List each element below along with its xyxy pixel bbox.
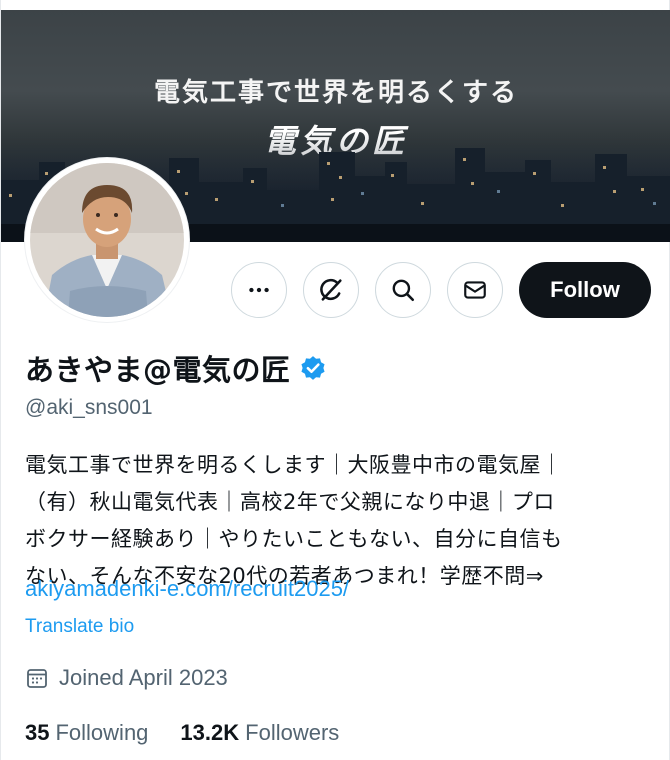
translate-bio-link[interactable]: Translate bio <box>25 616 134 638</box>
bio-line: ボクサー経験あり｜やりたいこともない、自分に自信も <box>25 527 563 551</box>
user-handle: @aki_sns001 <box>25 396 153 419</box>
following-link[interactable]: 35 Following <box>25 720 148 746</box>
avatar-photo <box>30 163 184 317</box>
joined-text: Joined April 2023 <box>59 665 228 690</box>
mail-icon <box>464 281 486 299</box>
search-profile-button[interactable] <box>375 262 431 318</box>
joined-date: Joined April 2023 <box>25 665 228 691</box>
bio-link[interactable]: akiyamadenki-e.com/recruit2025/ <box>25 576 349 602</box>
profile-bio: 電気工事で世界を明るくします｜大阪豊中市の電気屋｜ （有）秋山電気代表｜高校2年… <box>25 447 651 595</box>
banner-title: 電気工事で世界を明るくする <box>153 78 518 108</box>
display-name: あきやま@電気の匠 <box>25 353 291 387</box>
message-button[interactable] <box>447 262 503 318</box>
following-label: Following <box>55 720 149 745</box>
bio-line: 電気工事で世界を明るくします｜大阪豊中市の電気屋｜ <box>25 453 563 477</box>
bio-line: （有）秋山電気代表｜高校2年で父親になり中退｜プロ <box>25 490 555 514</box>
profile-card: 電気工事で世界を明るくする 電気の匠 <box>0 0 670 760</box>
follow-stats: 35 Following 13.2K Followers <box>25 720 371 746</box>
followers-label: Followers <box>245 720 340 745</box>
name-row: あきやま@電気の匠 <box>25 347 327 389</box>
more-horizontal-icon <box>249 287 269 293</box>
grok-button[interactable] <box>303 262 359 318</box>
verified-badge-icon[interactable] <box>299 354 327 382</box>
calendar-icon <box>27 669 47 688</box>
following-count: 35 <box>25 720 50 745</box>
grok-icon <box>320 278 342 301</box>
more-button[interactable] <box>231 262 287 318</box>
profile-avatar[interactable] <box>25 158 189 322</box>
followers-link[interactable]: 13.2K Followers <box>180 720 339 746</box>
search-icon <box>392 279 415 302</box>
follow-button[interactable]: Follow <box>519 262 651 318</box>
followers-count: 13.2K <box>180 720 240 745</box>
